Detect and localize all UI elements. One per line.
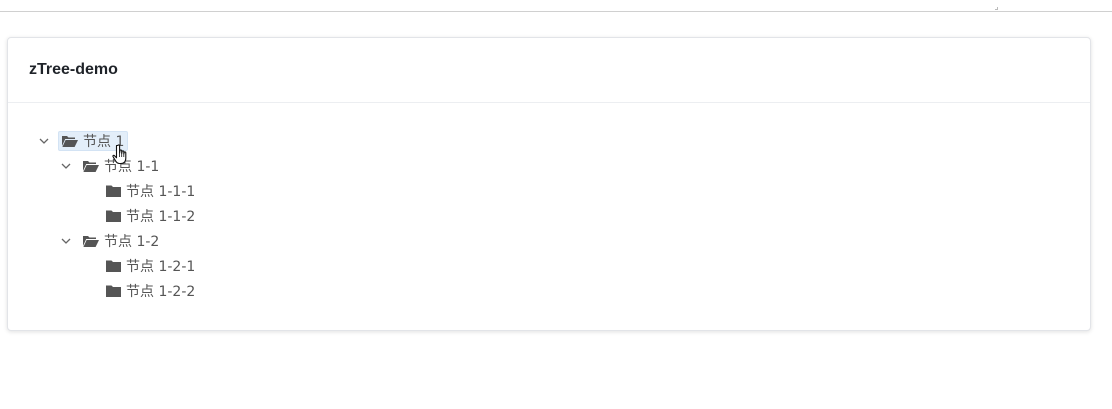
- tree-children: 节点 1-1 节点 1-1-1 节点 1-1-2 节点 1-2 节点 1-2-1…: [36, 153, 1090, 303]
- tree-node-label: 节点 1-1: [104, 158, 160, 175]
- tree-node-1-1-2: 节点 1-1-2: [80, 203, 1090, 228]
- tree-node-link[interactable]: 节点 1-1: [80, 156, 162, 176]
- tree-node-1-1-1: 节点 1-1-1: [80, 178, 1090, 203]
- collapse-toggle-icon[interactable]: [36, 133, 52, 149]
- tree-node-link[interactable]: 节点 1-1-2: [102, 206, 198, 226]
- panel-header: zTree-demo: [8, 38, 1090, 103]
- folder-icon: [105, 284, 121, 298]
- tree-node-1-1: 节点 1-1 节点 1-1-1 节点 1-1-2: [58, 153, 1090, 228]
- tree-node-1-2: 节点 1-2 节点 1-2-1 节点 1-2-2: [58, 228, 1090, 303]
- tree-node-1-2-1: 节点 1-2-1: [80, 253, 1090, 278]
- tree-node-label: 节点 1-2: [104, 233, 160, 250]
- ztree: 节点 1 节点 1-1 节点 1-1-1 节点 1-1-2 节点 1-2 节点 …: [36, 128, 1090, 303]
- tree-node-label: 节点 1: [83, 133, 125, 150]
- leaf-spacer: [80, 283, 96, 299]
- tree-node-link[interactable]: 节点 1-1-1: [102, 181, 198, 201]
- tree-node-label: 节点 1-2-1: [126, 258, 196, 275]
- tree-node-label: 节点 1-2-2: [126, 283, 196, 300]
- tree-children: 节点 1-1-1 节点 1-1-2: [58, 178, 1090, 228]
- leaf-spacer: [80, 208, 96, 224]
- tree-node-1: 节点 1 节点 1-1 节点 1-1-1 节点 1-1-2 节点 1-2 节点 …: [36, 128, 1090, 303]
- ztree-demo-panel: zTree-demo 节点 1 节点 1-1 节点 1-1-1 节点 1-1-2…: [7, 37, 1091, 331]
- leaf-spacer: [80, 258, 96, 274]
- folder-open-icon: [83, 234, 99, 248]
- tree-node-label: 节点 1-1-2: [126, 208, 196, 225]
- folder-open-icon: [62, 134, 78, 148]
- collapse-toggle-icon[interactable]: [58, 233, 74, 249]
- folder-open-icon: [83, 159, 99, 173]
- collapse-toggle-icon[interactable]: [58, 158, 74, 174]
- tree-node-label: 节点 1-1-1: [126, 183, 196, 200]
- tree-node-link[interactable]: 节点 1-2: [80, 231, 162, 251]
- tree-node-link[interactable]: 节点 1-2-1: [102, 256, 198, 276]
- tree-node-link[interactable]: 节点 1: [58, 130, 129, 151]
- tree-node-link[interactable]: 节点 1-2-2: [102, 281, 198, 301]
- panel-body: 节点 1 节点 1-1 节点 1-1-1 节点 1-1-2 节点 1-2 节点 …: [8, 103, 1090, 303]
- folder-icon: [105, 259, 121, 273]
- panel-title: zTree-demo: [29, 61, 118, 78]
- tree-node-1-2-2: 节点 1-2-2: [80, 278, 1090, 303]
- resize-mark-icon: [995, 7, 998, 10]
- folder-icon: [105, 184, 121, 198]
- folder-icon: [105, 209, 121, 223]
- tree-children: 节点 1-2-1 节点 1-2-2: [58, 253, 1090, 303]
- leaf-spacer: [80, 183, 96, 199]
- top-toolbar-divider: [0, 0, 1112, 12]
